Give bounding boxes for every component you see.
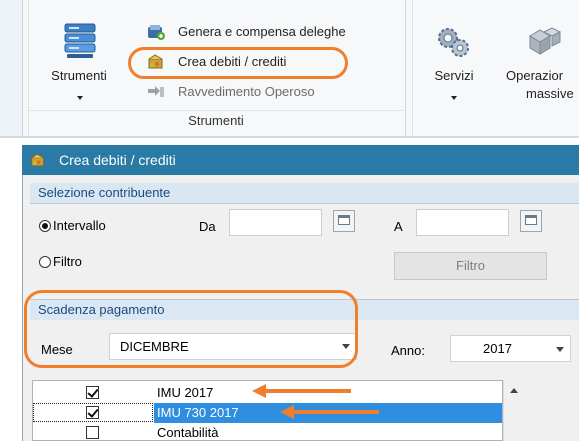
selezione-contribuente-header: Selezione contribuente: [30, 183, 579, 203]
da-calendar-button[interactable]: [333, 210, 355, 232]
ravvedimento-operoso-button[interactable]: Ravvedimento Operoso: [147, 82, 367, 102]
intervallo-radio[interactable]: [39, 220, 51, 232]
server-stack-icon: [64, 23, 96, 58]
operazioni-label-line2: massive: [526, 86, 574, 101]
list-item-checkbox[interactable]: [86, 386, 99, 399]
filtro-label: Filtro: [53, 254, 82, 269]
ravvedimento-icon: [148, 86, 164, 97]
calendar-icon: [338, 215, 350, 225]
anno-dropdown[interactable]: 2017: [450, 335, 571, 362]
ribbon-group-left: [0, 0, 23, 137]
genera-compensa-deleghe-label: Genera e compensa deleghe: [178, 24, 346, 39]
chevron-down-icon: [451, 96, 457, 100]
operazioni-massive-button[interactable]: Operazior massive: [500, 18, 579, 104]
list-item[interactable]: Contabilità: [33, 423, 502, 440]
ravvedimento-operoso-label: Ravvedimento Operoso: [178, 84, 315, 99]
genera-compensa-deleghe-button[interactable]: Genera e compensa deleghe: [147, 22, 397, 42]
a-calendar-button[interactable]: [520, 210, 542, 232]
intervallo-label: Intervallo: [53, 218, 106, 233]
filtro-button[interactable]: Filtro: [394, 252, 547, 280]
ribbon-bottom-border: [0, 136, 579, 138]
calendar-icon: [525, 215, 537, 225]
list-item-checkbox[interactable]: [86, 406, 99, 419]
scroll-up-icon[interactable]: [510, 388, 518, 393]
strumenti-label: Strumenti: [51, 68, 107, 83]
anno-value: 2017: [483, 341, 512, 356]
da-label: Da: [199, 219, 216, 234]
a-date-input[interactable]: [416, 209, 509, 236]
arrow-shaft: [293, 410, 379, 414]
arrow-shaft: [265, 389, 351, 393]
list-item-checkbox[interactable]: [86, 426, 99, 439]
list-item-selected[interactable]: IMU 730 2017: [33, 403, 502, 423]
list-scrollbar[interactable]: [503, 380, 521, 441]
dialog-title-bar: Crea debiti / crediti ✕: [22, 145, 579, 175]
arrow-head: [252, 384, 266, 398]
deleghe-icon: [148, 25, 165, 40]
ribbon-group-divider: [28, 110, 404, 111]
da-date-input[interactable]: [229, 209, 322, 236]
operazioni-label-line1: Operazior: [506, 68, 564, 83]
annotation-ellipse-crea-debiti: [128, 47, 348, 79]
arrow-head: [280, 405, 294, 419]
anno-label: Anno:: [391, 343, 425, 358]
servizi-button[interactable]: Servizi: [426, 18, 482, 104]
dialog-title: Crea debiti / crediti: [59, 152, 176, 168]
chevron-down-icon: [77, 96, 83, 100]
chevron-down-icon: [556, 347, 564, 352]
gears-icon: [438, 28, 469, 57]
annotation-ellipse-scadenza: [24, 290, 358, 368]
a-label: A: [394, 219, 403, 234]
annotation-arrow-imu-2017: [252, 384, 352, 398]
list-item-label: Contabilità: [157, 425, 219, 440]
coins-box-icon: [31, 153, 44, 167]
strumenti-button[interactable]: Strumenti: [44, 18, 114, 104]
servizi-label: Servizi: [434, 68, 474, 83]
annotation-arrow-imu-730: [280, 405, 380, 419]
boxes-icon: [529, 27, 562, 55]
filtro-radio[interactable]: [39, 256, 51, 268]
ribbon-group-label: Strumenti: [188, 113, 244, 128]
selezione-divider: [30, 203, 579, 204]
